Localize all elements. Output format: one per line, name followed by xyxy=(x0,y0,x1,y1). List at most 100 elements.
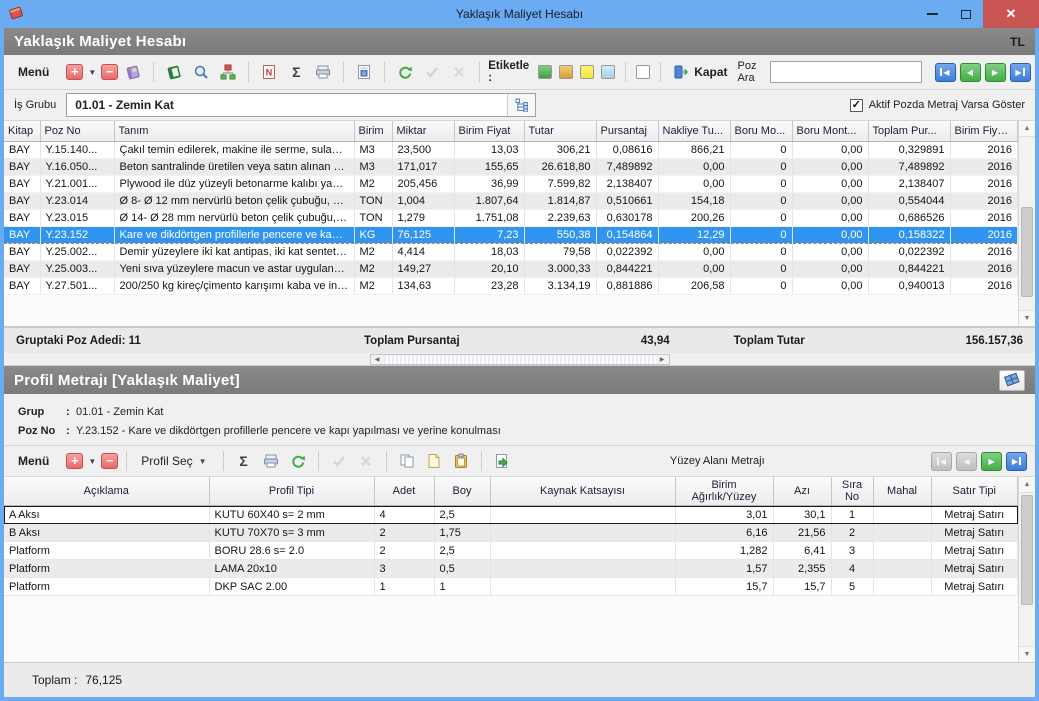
table-cell[interactable]: 550,38 xyxy=(524,226,596,243)
table-cell[interactable]: 0 xyxy=(730,209,792,226)
clipboard-button[interactable] xyxy=(449,450,473,472)
cancel-button[interactable] xyxy=(447,61,471,83)
table-row[interactable]: BAYY.25.002...Demir yüzeylere iki kat an… xyxy=(4,243,1018,260)
table-cell[interactable]: Demir yüzeylere iki kat antipas, iki kat… xyxy=(114,243,354,260)
table-cell[interactable]: 2016 xyxy=(950,226,1018,243)
dropdown-caret-icon[interactable]: ▼ xyxy=(88,457,96,466)
table-cell[interactable]: 4 xyxy=(374,506,434,524)
table-cell[interactable]: 2016 xyxy=(950,209,1018,226)
sum-button[interactable]: Σ xyxy=(232,450,256,472)
scroll-down-icon[interactable]: ▼ xyxy=(1019,310,1035,326)
table-cell[interactable]: 76,125 xyxy=(392,226,454,243)
table-cell[interactable]: 0 xyxy=(730,243,792,260)
table-row[interactable]: BAYY.21.001...Plywood ile düz yüzeyli be… xyxy=(4,175,1018,192)
table-cell[interactable] xyxy=(490,506,675,524)
table-cell[interactable]: KG xyxy=(354,226,392,243)
table-row[interactable]: PlatformLAMA 20x1030,51,572,3554Metraj S… xyxy=(4,560,1018,578)
confirm-button[interactable] xyxy=(327,450,351,472)
table-cell[interactable] xyxy=(873,578,931,596)
print-button[interactable] xyxy=(311,61,335,83)
table-cell[interactable]: Y.23.152 xyxy=(40,226,114,243)
nav-first-button[interactable]: ◀ xyxy=(931,452,952,471)
scroll-left-icon[interactable]: ◀ xyxy=(371,355,384,364)
column-header[interactable]: Satır Tipi xyxy=(931,477,1018,506)
table-cell[interactable]: 2.239,63 xyxy=(524,209,596,226)
table-cell[interactable]: 15,7 xyxy=(675,578,773,596)
metraj-table-scrollbar[interactable]: ▲ ▼ xyxy=(1018,477,1035,662)
column-header[interactable]: Kitap xyxy=(4,121,40,141)
table-cell[interactable]: Metraj Satırı xyxy=(931,524,1018,542)
table-cell[interactable]: 23,500 xyxy=(392,141,454,158)
table-row[interactable]: PlatformBORU 28.6 s= 2.022,51,2826,413Me… xyxy=(4,542,1018,560)
table-cell[interactable]: 0,00 xyxy=(658,158,730,175)
nav-prev-button[interactable]: ◀ xyxy=(960,63,981,82)
table-cell[interactable]: 0,00 xyxy=(658,260,730,277)
table-cell[interactable]: 0,844221 xyxy=(868,260,950,277)
scroll-up-icon[interactable]: ▲ xyxy=(1019,121,1035,137)
table-cell[interactable]: 3,01 xyxy=(675,506,773,524)
table-cell[interactable]: Yeni sıva yüzeylere macun ve astar uygul… xyxy=(114,260,354,277)
nav-next-button[interactable]: ▶ xyxy=(981,452,1002,471)
note-document-button[interactable]: N xyxy=(257,61,281,83)
table-cell[interactable]: 15,7 xyxy=(773,578,831,596)
report-button[interactable]: α xyxy=(352,61,376,83)
table-row[interactable]: BAYY.23.015Ø 14- Ø 28 mm nervürlü beton … xyxy=(4,209,1018,226)
table-cell[interactable]: 1 xyxy=(434,578,490,596)
table-cell[interactable]: 0 xyxy=(730,226,792,243)
nav-prev-button[interactable]: ◀ xyxy=(956,452,977,471)
column-header[interactable]: Birim Ağırlık/Yüzey xyxy=(675,477,773,506)
table-cell[interactable]: 3 xyxy=(374,560,434,578)
table-cell[interactable]: Y.23.015 xyxy=(40,209,114,226)
nav-first-button[interactable]: ◀ xyxy=(935,63,956,82)
add-button[interactable]: + xyxy=(66,453,83,469)
table-cell[interactable]: 2 xyxy=(831,524,873,542)
table-cell[interactable]: KUTU 70X70 s= 3 mm xyxy=(209,524,374,542)
metraj-checkbox[interactable]: ✓ xyxy=(850,99,863,112)
search-button[interactable] xyxy=(189,61,213,83)
table-cell[interactable] xyxy=(873,524,931,542)
cancel-button[interactable] xyxy=(354,450,378,472)
table-cell[interactable]: 1.751,08 xyxy=(454,209,524,226)
table-cell[interactable]: 0,686526 xyxy=(868,209,950,226)
column-header[interactable]: Poz No xyxy=(40,121,114,141)
column-header[interactable]: Birim xyxy=(354,121,392,141)
table-cell[interactable]: Platform xyxy=(4,542,209,560)
table-cell[interactable]: Y.25.002... xyxy=(40,243,114,260)
table-cell[interactable]: 0,00 xyxy=(658,243,730,260)
table-cell[interactable]: 0,08616 xyxy=(596,141,658,158)
print-button[interactable] xyxy=(259,450,283,472)
table-cell[interactable]: 3.134,19 xyxy=(524,277,596,294)
close-button[interactable]: ✕ xyxy=(983,0,1039,28)
table-cell[interactable]: TON xyxy=(354,192,392,209)
profil-window-button[interactable] xyxy=(999,370,1025,391)
table-cell[interactable]: 1 xyxy=(374,578,434,596)
table-cell[interactable]: 1.807,64 xyxy=(454,192,524,209)
poz-table-scrollbar[interactable]: ▲ ▼ xyxy=(1018,121,1035,326)
menu-button[interactable]: Menü xyxy=(18,65,49,79)
table-cell[interactable]: 0,510661 xyxy=(596,192,658,209)
column-header[interactable]: Boy xyxy=(434,477,490,506)
table-cell[interactable] xyxy=(873,542,931,560)
table-cell[interactable]: BAY xyxy=(4,226,40,243)
book-button[interactable] xyxy=(162,61,186,83)
table-cell[interactable]: 0,00 xyxy=(792,158,868,175)
import-button[interactable] xyxy=(490,450,514,472)
label-white-icon[interactable] xyxy=(636,65,650,79)
table-cell[interactable]: 0,00 xyxy=(792,209,868,226)
table-cell[interactable]: BAY xyxy=(4,175,40,192)
table-cell[interactable]: M3 xyxy=(354,158,392,175)
minimize-button[interactable] xyxy=(915,0,949,28)
table-cell[interactable]: 0,00 xyxy=(792,175,868,192)
table-cell[interactable]: 134,63 xyxy=(392,277,454,294)
table-cell[interactable]: 1.814,87 xyxy=(524,192,596,209)
table-row[interactable]: BAYY.27.501...200/250 kg kireç/çimento k… xyxy=(4,277,1018,294)
table-cell[interactable]: 7,23 xyxy=(454,226,524,243)
table-cell[interactable]: 149,27 xyxy=(392,260,454,277)
maximize-button[interactable] xyxy=(949,0,983,28)
table-cell[interactable]: B Aksı xyxy=(4,524,209,542)
nav-last-button[interactable]: ▶ xyxy=(1006,452,1027,471)
table-cell[interactable]: 30,1 xyxy=(773,506,831,524)
column-header[interactable]: Boru Mont... xyxy=(792,121,868,141)
table-cell[interactable]: BAY xyxy=(4,260,40,277)
table-cell[interactable]: Metraj Satırı xyxy=(931,542,1018,560)
